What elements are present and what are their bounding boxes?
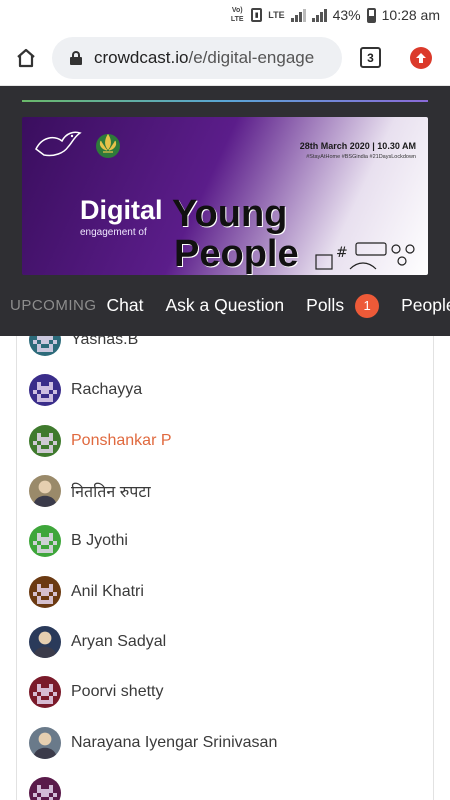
signal-icon	[290, 8, 306, 22]
address-bar[interactable]: crowdcast.io/e/digital-engage	[52, 36, 342, 79]
volte-icon: Vo) LTE	[230, 7, 244, 23]
person-name: निततिन रुपटा	[71, 484, 151, 501]
social-doodle-illustration: #	[315, 242, 415, 270]
sim-icon: ▮	[251, 8, 263, 22]
status-bar: Vo) LTE ▮ LTE 43% 10:28 am	[0, 0, 450, 30]
person-row[interactable]: Narayana Iyengar Srinivasan	[29, 726, 277, 760]
home-button[interactable]	[0, 30, 52, 86]
url-domain: crowdcast.io	[94, 47, 189, 67]
person-name: Rachayya	[71, 381, 143, 398]
banner-young-text: Young	[172, 193, 288, 235]
avatar	[29, 425, 61, 457]
tab-chat-label: Chat	[106, 295, 144, 315]
tab-people[interactable]: People	[401, 295, 450, 316]
url-path: /e/digital-engage	[188, 47, 315, 67]
fleur-de-lis-logo	[96, 133, 120, 158]
person-name: Poorvi shetty	[71, 683, 164, 700]
tab-ask-question[interactable]: Ask a Question	[165, 295, 284, 316]
person-row[interactable]: B Jyothi	[29, 524, 128, 558]
event-banner: 28th March 2020 | 10.30 AM #StayAtHome #…	[22, 117, 428, 275]
browser-toolbar: crowdcast.io/e/digital-engage 3	[0, 30, 450, 86]
signal-icon-2	[311, 8, 327, 22]
update-button[interactable]	[410, 46, 432, 69]
header-divider	[22, 100, 428, 102]
tab-polls-label: Polls	[306, 295, 345, 315]
page-content: 28th March 2020 | 10.30 AM #StayAtHome #…	[0, 86, 450, 800]
avatar	[29, 626, 61, 658]
person-name: B Jyothi	[71, 532, 128, 549]
person-row[interactable]: Aryan Sadyal	[29, 625, 166, 659]
person-row[interactable]: Yashas.B	[29, 336, 138, 357]
avatar	[29, 336, 61, 356]
tab-ask-label: Ask a Question	[165, 295, 285, 315]
avatar	[29, 475, 61, 507]
avatar	[29, 374, 61, 406]
avatar	[29, 777, 61, 800]
person-row[interactable]: Anil Khatri	[29, 575, 144, 609]
banner-digital-text: Digital	[80, 195, 163, 225]
polls-count-badge: 1	[355, 293, 380, 318]
tab-people-label: People	[401, 295, 450, 315]
person-name: Yashas.B	[71, 336, 139, 348]
person-name: Ponshankar P	[71, 432, 172, 449]
lock-icon	[70, 50, 82, 65]
battery-icon	[366, 7, 376, 23]
banner-engagement-text: engagement of	[80, 227, 147, 238]
people-list: Yashas.B Rachayya Ponshankar P निततिन रुपटा…	[16, 336, 434, 800]
person-row[interactable]: Poorvi shetty	[29, 675, 163, 709]
lte-icon: LTE	[268, 9, 285, 20]
avatar	[29, 525, 61, 557]
home-icon	[17, 48, 35, 67]
arrow-up-icon	[416, 52, 426, 63]
battery-percent: 43%	[332, 7, 361, 23]
person-row[interactable]: Rachayya	[29, 373, 142, 407]
person-row[interactable]: निततिन रुपटा	[29, 474, 151, 508]
person-row[interactable]: Ponshankar P	[29, 424, 172, 458]
event-hashtags: #StayAtHome #BSGindia #21DaysLockdown	[306, 154, 416, 160]
person-name: Narayana Iyengar Srinivasan	[71, 734, 278, 751]
clock: 10:28 am	[381, 7, 440, 23]
person-row[interactable]	[29, 776, 71, 800]
avatar	[29, 576, 61, 608]
avatar	[29, 676, 61, 708]
dove-logo	[35, 131, 82, 157]
event-date: 28th March 2020 | 10.30 AM	[299, 141, 416, 151]
event-tabs: UPCOMING Chat Ask a Question Polls 1 Peop…	[0, 275, 450, 336]
svg-text:#: #	[336, 245, 348, 261]
tab-switcher-button[interactable]: 3	[360, 47, 381, 68]
tab-polls[interactable]: Polls 1	[306, 293, 380, 318]
banner-people-text: People	[174, 233, 299, 275]
person-name: Anil Khatri	[71, 583, 144, 600]
upcoming-label: UPCOMING	[10, 297, 97, 314]
person-name: Aryan Sadyal	[71, 633, 167, 650]
tab-chat[interactable]: Chat	[107, 295, 144, 316]
avatar	[29, 727, 61, 759]
